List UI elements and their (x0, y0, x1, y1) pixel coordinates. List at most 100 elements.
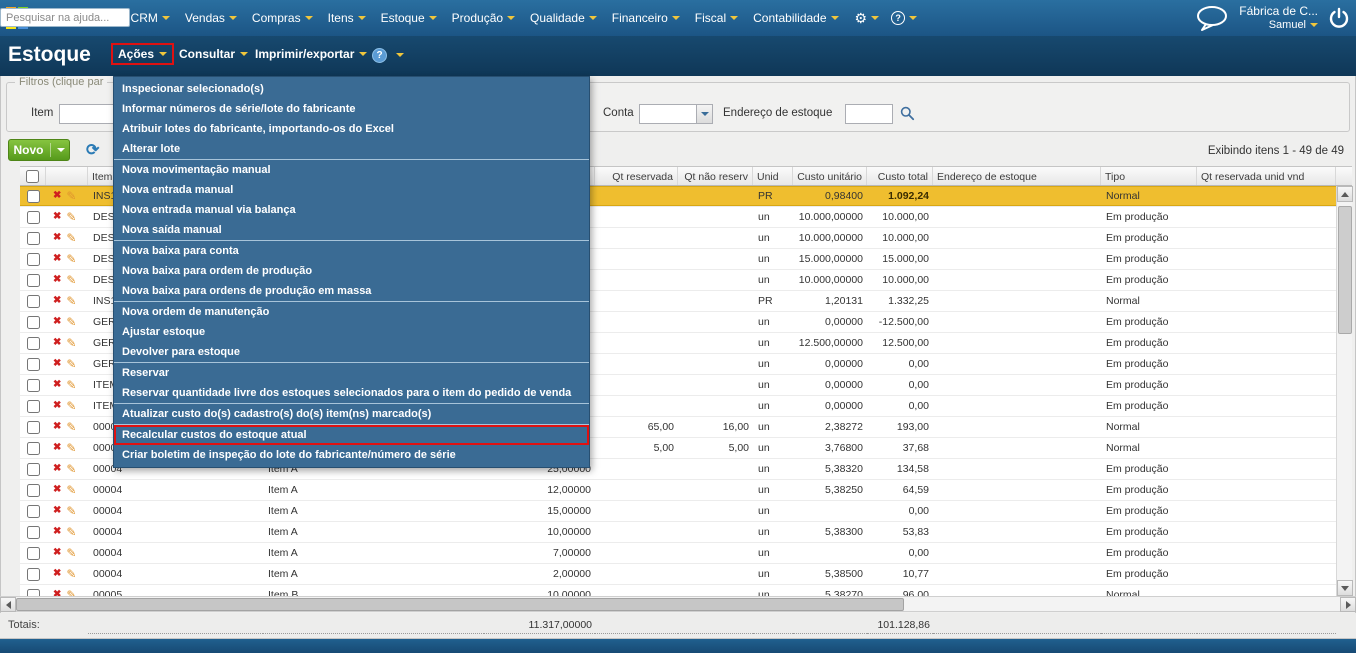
vertical-scrollbar[interactable] (1336, 186, 1353, 596)
column-header-tipo[interactable]: Tipo (1101, 167, 1197, 185)
row-checkbox[interactable] (26, 210, 40, 224)
edit-icon[interactable]: ✎ (66, 232, 76, 244)
column-header-sel[interactable] (20, 167, 46, 185)
edit-icon[interactable]: ✎ (66, 316, 76, 328)
edit-icon[interactable]: ✎ (66, 442, 76, 454)
delete-icon[interactable]: ✖ (53, 254, 61, 264)
delete-icon[interactable]: ✖ (53, 233, 61, 243)
actions-menu-item[interactable]: Criar boletim de inspeção do lote do fab… (114, 445, 589, 465)
column-header-icons[interactable] (46, 167, 88, 185)
scroll-left-button[interactable] (0, 597, 16, 612)
search-icon[interactable] (900, 106, 915, 121)
edit-icon[interactable]: ✎ (66, 568, 76, 580)
horizontal-scrollbar[interactable] (0, 596, 1356, 612)
table-row[interactable]: ✖ ✎ 00004 Item A 7,00000 un 0,00 Em produção (20, 543, 1336, 564)
delete-icon[interactable]: ✖ (53, 443, 61, 453)
actions-menu-item[interactable]: Inspecionar selecionado(s) (114, 79, 589, 99)
actions-menu-item[interactable]: Devolver para estoque (114, 342, 589, 362)
column-header-end[interactable]: Endereço de estoque (933, 167, 1101, 185)
column-header-ct[interactable]: Custo total (867, 167, 933, 185)
actions-menu-item[interactable]: Nova entrada manual via balança (114, 200, 589, 220)
actions-menu-item[interactable]: Nova ordem de manutenção (114, 302, 589, 322)
delete-icon[interactable]: ✖ (53, 401, 61, 411)
row-checkbox[interactable] (26, 252, 40, 266)
topbar-menu-item[interactable]: Financeiro (612, 11, 680, 25)
actions-menu-item[interactable]: Nova entrada manual (114, 180, 589, 200)
actions-menu-item[interactable]: Ajustar estoque (114, 322, 589, 342)
delete-icon[interactable]: ✖ (53, 506, 61, 516)
delete-icon[interactable]: ✖ (53, 296, 61, 306)
table-row[interactable]: ✖ ✎ 00005 Item B 10,00000 un 5,38270 96,00 Norma… (20, 585, 1336, 596)
row-checkbox[interactable] (26, 357, 40, 371)
row-checkbox[interactable] (26, 525, 40, 539)
actions-menu-item[interactable]: Reservar quantidade livre dos estoques s… (114, 383, 589, 403)
consultar-menu-button[interactable]: Consultar (179, 47, 249, 61)
edit-icon[interactable]: ✎ (66, 274, 76, 286)
vertical-scrollbar-thumb[interactable] (1338, 206, 1352, 334)
delete-icon[interactable]: ✖ (53, 548, 61, 558)
delete-icon[interactable]: ✖ (53, 422, 61, 432)
row-checkbox[interactable] (26, 462, 40, 476)
delete-icon[interactable]: ✖ (53, 191, 61, 201)
row-checkbox[interactable] (26, 567, 40, 581)
endereco-filter-input[interactable] (845, 104, 893, 124)
edit-icon[interactable]: ✎ (66, 463, 76, 475)
edit-icon[interactable]: ✎ (66, 505, 76, 517)
row-checkbox[interactable] (26, 483, 40, 497)
row-checkbox[interactable] (26, 336, 40, 350)
edit-icon[interactable]: ✎ (66, 400, 76, 412)
edit-icon[interactable]: ✎ (66, 358, 76, 370)
actions-menu-item[interactable]: Reservar (114, 363, 589, 383)
actions-menu-item[interactable]: Atualizar custo do(s) cadastro(s) do(s) … (114, 404, 589, 424)
row-checkbox[interactable] (26, 420, 40, 434)
actions-menu-item[interactable]: Atribuir lotes do fabricante, importando… (114, 119, 589, 139)
row-checkbox[interactable] (26, 546, 40, 560)
edit-icon[interactable]: ✎ (66, 379, 76, 391)
topbar-menu-item[interactable]: Fiscal (695, 11, 739, 25)
select-dropdown-button[interactable] (696, 105, 712, 123)
column-header-qt_nres[interactable]: Qt não reserv (678, 167, 753, 185)
delete-icon[interactable]: ✖ (53, 338, 61, 348)
table-row[interactable]: ✖ ✎ 00004 Item A 15,00000 un 0,00 Em produção (20, 501, 1336, 522)
column-header-unid[interactable]: Unid (753, 167, 793, 185)
select-all-checkbox[interactable] (26, 169, 39, 183)
actions-menu-item[interactable]: Nova baixa para ordem de produção (114, 261, 589, 281)
row-checkbox[interactable] (26, 504, 40, 518)
scroll-right-button[interactable] (1340, 597, 1356, 612)
conta-filter-select[interactable] (639, 104, 713, 124)
account-menu[interactable]: Fábrica de C... Samuel (1239, 4, 1318, 31)
edit-icon[interactable]: ✎ (66, 211, 76, 223)
scroll-up-button[interactable] (1337, 186, 1353, 202)
delete-icon[interactable]: ✖ (53, 569, 61, 579)
delete-icon[interactable]: ✖ (53, 359, 61, 369)
row-checkbox[interactable] (26, 231, 40, 245)
topbar-menu-item[interactable]: Estoque (381, 11, 437, 25)
topbar-menu-item[interactable]: Compras (252, 11, 313, 25)
chevron-down-icon[interactable] (396, 53, 404, 57)
row-checkbox[interactable] (26, 378, 40, 392)
table-row[interactable]: ✖ ✎ 00004 Item A 12,00000 un 5,38250 64,59 Em pr… (20, 480, 1336, 501)
edit-icon[interactable]: ✎ (66, 421, 76, 433)
edit-icon[interactable]: ✎ (66, 589, 76, 596)
edit-icon[interactable]: ✎ (66, 547, 76, 559)
topbar-menu-item[interactable]: Qualidade (530, 11, 597, 25)
row-checkbox[interactable] (26, 273, 40, 287)
table-row[interactable]: ✖ ✎ 00004 Item A 10,00000 un 5,38300 53,83 Em pr… (20, 522, 1336, 543)
edit-icon[interactable]: ✎ (66, 337, 76, 349)
help-search-input[interactable] (0, 8, 130, 27)
delete-icon[interactable]: ✖ (53, 380, 61, 390)
edit-icon[interactable]: ✎ (66, 190, 76, 202)
topbar-menu-item[interactable]: Vendas (185, 11, 237, 25)
horizontal-scrollbar-thumb[interactable] (16, 598, 904, 611)
column-header-cu[interactable]: Custo unitário (793, 167, 867, 185)
edit-icon[interactable]: ✎ (66, 526, 76, 538)
edit-icon[interactable]: ✎ (66, 253, 76, 265)
novo-button[interactable]: Novo (8, 139, 70, 161)
row-checkbox[interactable] (26, 399, 40, 413)
delete-icon[interactable]: ✖ (53, 317, 61, 327)
refresh-icon[interactable]: ⟳ (86, 140, 99, 160)
page-help-button[interactable]: ? (372, 48, 387, 63)
table-row[interactable]: ✖ ✎ 00004 Item A 2,00000 un 5,38500 10,77 Em pro… (20, 564, 1336, 585)
imprimir-exportar-menu-button[interactable]: Imprimir/exportar (255, 47, 368, 61)
topbar-menu-item[interactable]: Produção (452, 11, 516, 25)
